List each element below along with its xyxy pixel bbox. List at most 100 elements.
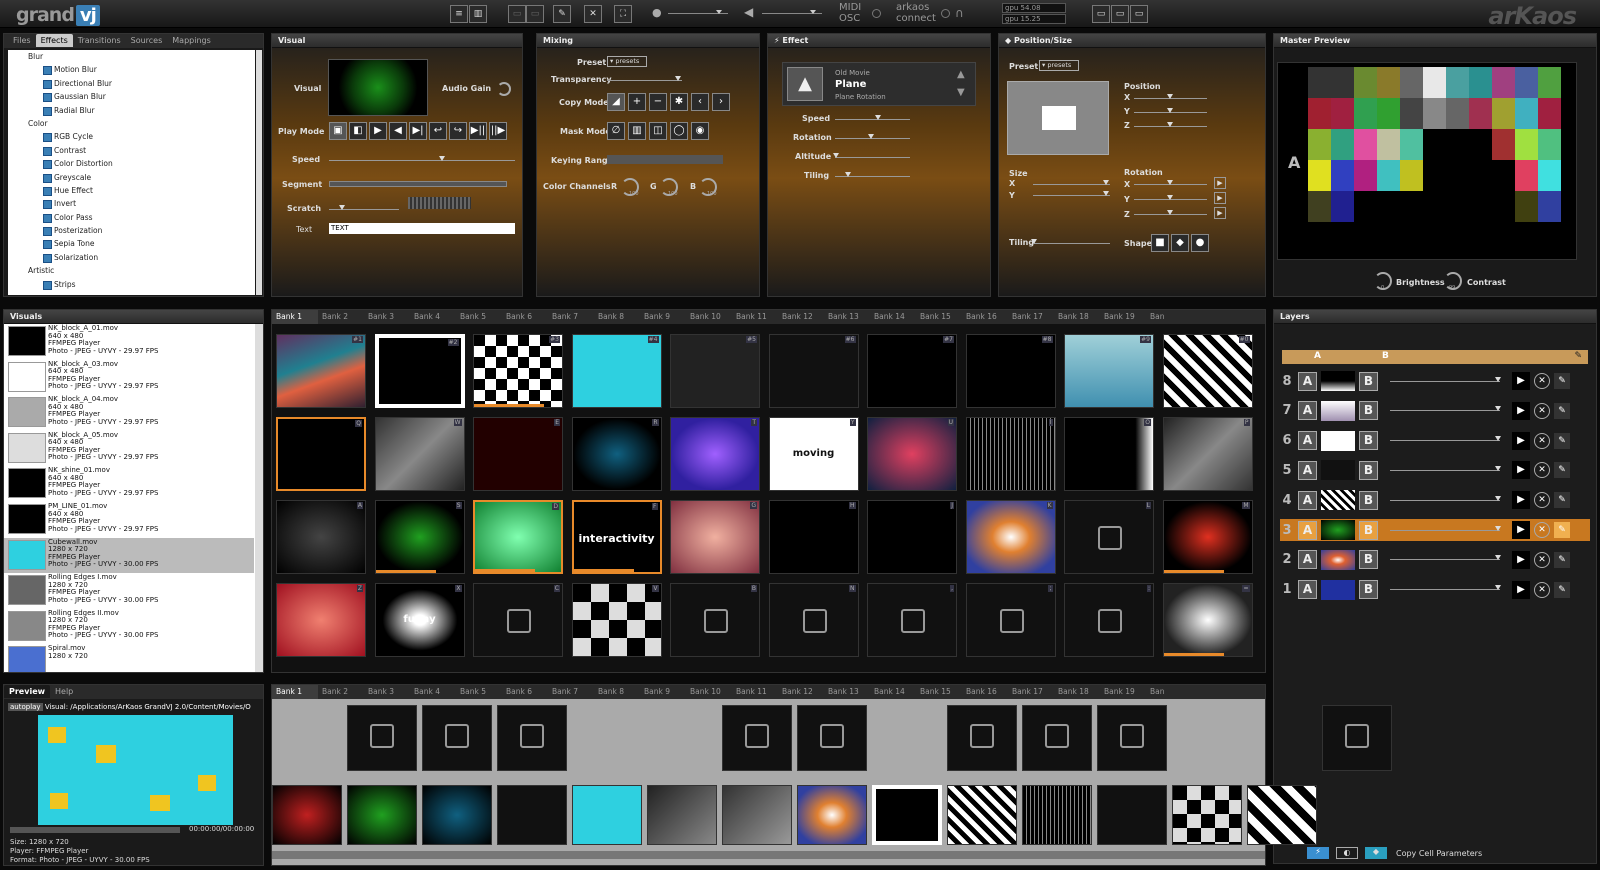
layout-3-button[interactable]: ▭: [1130, 5, 1148, 23]
copy-mode-button[interactable]: ‹: [691, 93, 709, 111]
effect-item[interactable]: Motion Blur: [8, 63, 255, 76]
layer-edit-icon[interactable]: ✎: [1554, 551, 1570, 568]
effect-selector[interactable]: ▲ Old Movie Plane Plane Rotation ▲ ▼: [782, 62, 976, 106]
layer-slider-thumb[interactable]: [1495, 495, 1501, 504]
pos-tiling-slider[interactable]: [1031, 239, 1110, 244]
visual-list-item[interactable]: Rolling Edges II.mov 1280 x 720 FFMPEG Pla…: [4, 609, 254, 644]
mask-mode-button[interactable]: ◫: [649, 122, 667, 140]
effect-tiling-slider[interactable]: [835, 172, 910, 177]
bank-tab[interactable]: Bank 4: [410, 685, 456, 699]
strip-clip-cell[interactable]: [947, 785, 1017, 845]
mask-mode-button[interactable]: ▥: [628, 122, 646, 140]
layer-a-button[interactable]: A: [1298, 580, 1317, 600]
play-mode-button[interactable]: ◧: [349, 122, 367, 140]
strip-source-cell[interactable]: [1097, 705, 1167, 771]
position-presets-dropdown[interactable]: ▾ presets: [1039, 60, 1079, 71]
bank-tab[interactable]: Bank 3: [364, 685, 410, 699]
bank-tab[interactable]: Bank 19: [1100, 310, 1146, 324]
strip-clip-cell[interactable]: [572, 785, 642, 845]
list-view-icon[interactable]: ≡: [450, 5, 468, 23]
clip-cell[interactable]: #7: [867, 334, 957, 408]
visual-list-item[interactable]: NK_block_A_01.mov 640 x 480 FFMPEG Player P…: [4, 324, 254, 359]
layer-row[interactable]: 2 A B ▶ ✕ ✎: [1280, 549, 1590, 571]
layer-opacity-slider[interactable]: [1390, 525, 1501, 531]
effect-item[interactable]: Hue Effect: [8, 184, 255, 197]
layer-play-icon[interactable]: ▶: [1512, 521, 1530, 539]
clip-cell[interactable]: O: [1064, 417, 1154, 491]
tab-effects[interactable]: Effects: [35, 34, 73, 47]
rot-z-slider[interactable]: [1134, 210, 1207, 215]
bank-tab[interactable]: Bank 19: [1100, 685, 1146, 699]
layer-close-icon[interactable]: ✕: [1534, 462, 1550, 479]
strip-source-cell[interactable]: [1022, 705, 1092, 771]
layer-edit-icon[interactable]: ✎: [1554, 462, 1570, 479]
layer-edit-icon[interactable]: ✎: [1554, 492, 1570, 509]
layer-play-icon[interactable]: ▶: [1512, 550, 1530, 569]
rot-z-play-icon[interactable]: ▶: [1214, 207, 1226, 219]
strip-source-cell[interactable]: [797, 705, 867, 771]
clip-cell[interactable]: #0: [1162, 334, 1253, 408]
clip-cell[interactable]: #2: [374, 334, 465, 408]
tab-files[interactable]: Files: [8, 34, 36, 47]
bank-tab[interactable]: Bank 5: [456, 685, 502, 699]
clip-cell[interactable]: #6: [768, 334, 859, 408]
clip-cell[interactable]: :: [1064, 583, 1154, 657]
effect-item[interactable]: Posterization: [8, 224, 255, 237]
strip-clip-cell[interactable]: [797, 785, 867, 845]
bank-tab[interactable]: Ban: [1146, 685, 1192, 699]
position-handle[interactable]: [1042, 106, 1076, 130]
position-pad[interactable]: [1007, 81, 1109, 155]
layer-slider-thumb[interactable]: [1495, 376, 1501, 385]
shape-square-button[interactable]: ■: [1151, 234, 1169, 252]
bank-tab[interactable]: Bank 14: [870, 310, 916, 324]
clip-cell[interactable]: ,: [867, 583, 957, 657]
effect-item[interactable]: Radial Blur: [8, 104, 255, 117]
mic-slider[interactable]: [668, 10, 728, 14]
clip-cell[interactable]: C: [473, 583, 563, 657]
tab-help[interactable]: Help: [50, 685, 78, 698]
clip-cell[interactable]: #8: [965, 334, 1056, 408]
bank-tab[interactable]: Bank 12: [778, 685, 824, 699]
clip-cell[interactable]: #1: [276, 334, 366, 408]
bank-tab[interactable]: Bank 16: [962, 685, 1008, 699]
strip-clip-cell[interactable]: [272, 785, 342, 845]
strip-source-cell[interactable]: [422, 705, 492, 771]
strip-clip-cell[interactable]: [1022, 785, 1092, 845]
layer-edit-icon[interactable]: ✎: [1554, 581, 1570, 598]
strip-clip-cell[interactable]: [647, 785, 717, 845]
layer-opacity-slider[interactable]: [1390, 585, 1501, 591]
layer-play-icon[interactable]: ▶: [1512, 491, 1530, 510]
effect-item[interactable]: Sepia Tone: [8, 237, 255, 250]
layer-opacity-slider[interactable]: [1390, 555, 1501, 561]
strip-clip-cell[interactable]: [872, 785, 942, 845]
layer-opacity-slider[interactable]: [1390, 436, 1501, 442]
clip-cell[interactable]: Z: [276, 583, 366, 657]
play-mode-button[interactable]: ◀: [389, 122, 407, 140]
bank-tab[interactable]: Bank 14: [870, 685, 916, 699]
pos-y-slider[interactable]: [1134, 108, 1207, 113]
clip-cell[interactable]: #4: [571, 334, 662, 408]
copy-bolt-icon[interactable]: ⚡: [1307, 847, 1329, 859]
rot-x-play-icon[interactable]: ▶: [1214, 177, 1226, 189]
layer-close-icon[interactable]: ✕: [1534, 432, 1550, 449]
scratch-wheel[interactable]: [408, 197, 471, 209]
clip-cell[interactable]: I: [965, 417, 1056, 491]
clip-cell[interactable]: Q: [276, 417, 366, 491]
clip-cell[interactable]: A: [276, 500, 366, 574]
layer-close-icon[interactable]: ✕: [1534, 373, 1550, 389]
clip-cell[interactable]: Xfunny: [374, 583, 465, 657]
layer-row[interactable]: 1 A B ▶ ✕ ✎: [1280, 579, 1590, 601]
clip-cell[interactable]: V: [571, 583, 662, 657]
tree-scrollbar[interactable]: [256, 50, 262, 295]
bank-tab[interactable]: Bank 1: [272, 310, 318, 324]
effect-next-icon[interactable]: ▼: [957, 87, 965, 98]
play-mode-button[interactable]: ↩: [429, 122, 447, 140]
copy-diamond-icon[interactable]: ◆: [1365, 847, 1387, 859]
bank-tab[interactable]: Bank 8: [594, 685, 640, 699]
layer-row[interactable]: 3 A B ▶ ✕ ✎: [1280, 519, 1590, 541]
layer-row[interactable]: 8 A B ▶ ✕ ✎: [1280, 370, 1590, 392]
layer-edit-icon[interactable]: ✎: [1554, 402, 1570, 419]
layer-b-button[interactable]: B: [1359, 520, 1378, 540]
bank-tab[interactable]: Bank 10: [686, 685, 732, 699]
bank-tab[interactable]: Bank 15: [916, 685, 962, 699]
